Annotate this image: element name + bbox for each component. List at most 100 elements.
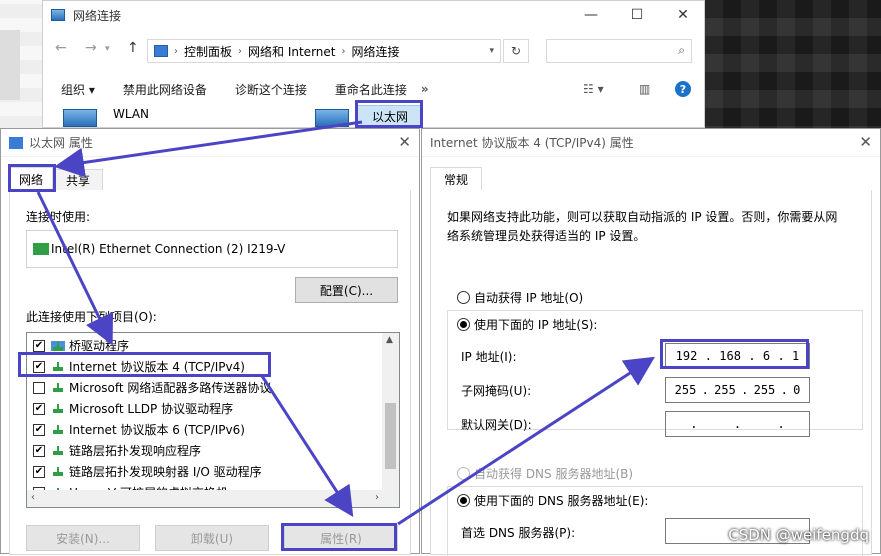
rename-button[interactable]: 重命名此连接	[335, 81, 407, 98]
item-label: Microsoft LLDP 协议驱动程序	[69, 402, 234, 416]
description-text: 如果网络支持此功能，则可以获取自动指派的 IP 设置。否则，你需要从网络系统管理…	[447, 210, 838, 243]
close-icon[interactable]: ✕	[398, 133, 411, 151]
diagnose-button[interactable]: 诊断这个连接	[235, 81, 307, 98]
scroll-left-icon[interactable]: ‹	[31, 492, 35, 503]
breadcrumb-network-connections[interactable]: 网络连接	[351, 43, 399, 60]
control-panel-icon	[154, 45, 168, 57]
protocol-icon	[51, 466, 65, 478]
checkbox[interactable]: ✔	[33, 360, 45, 373]
gateway-field[interactable]: ...	[665, 411, 810, 437]
item-label: 链路层拓扑发现映射器 I/O 驱动程序	[69, 465, 262, 479]
pixelated-background	[705, 0, 881, 128]
items-label: 此连接使用下列项目(O):	[26, 310, 157, 324]
disable-device-button[interactable]: 禁用此网络设备	[123, 81, 207, 98]
uninstall-button[interactable]: 卸载(U)	[155, 525, 269, 551]
refresh-icon[interactable]: ↻	[503, 39, 529, 63]
view-options-icon[interactable]: ☷ ▾	[583, 82, 604, 96]
list-item[interactable]: ✔ 链路层拓扑发现响应程序	[33, 440, 201, 461]
install-button[interactable]: 安装(N)...	[26, 525, 140, 551]
manual-dns-option[interactable]: 使用下面的 DNS 服务器地址(E):	[457, 492, 648, 509]
list-item[interactable]: ✔ 桥驱动程序	[33, 335, 129, 356]
ip-octet: 1	[792, 349, 800, 363]
ethernet-icon	[315, 109, 349, 127]
ip-octet: 168	[719, 349, 741, 363]
list-item[interactable]: ✔ Internet 协议版本 6 (TCP/IPv6)	[33, 419, 245, 440]
item-label: Internet 协议版本 4 (TCP/IPv4)	[69, 360, 245, 374]
help-icon[interactable]: ?	[675, 81, 691, 97]
minimize-icon[interactable]: —	[568, 1, 614, 29]
window-title: 网络连接	[73, 8, 122, 23]
ip-address-label: IP 地址(I):	[461, 350, 517, 364]
scroll-thumb[interactable]	[385, 403, 396, 469]
checkbox[interactable]: ✔	[33, 402, 45, 415]
auto-dns-radio[interactable]	[457, 467, 470, 480]
auto-dns-option[interactable]: 自动获得 DNS 服务器地址(B)	[457, 465, 633, 482]
horizontal-scrollbar[interactable]: ‹ ›	[27, 490, 399, 507]
checkbox[interactable]: ✔	[33, 339, 45, 352]
breadcrumb-separator: ›	[341, 45, 346, 57]
search-input[interactable]: ⌕	[546, 39, 692, 63]
tab-general[interactable]: 常规	[430, 167, 482, 191]
forward-icon[interactable]: →	[85, 40, 97, 56]
manual-ip-radio[interactable]	[457, 318, 470, 331]
protocol-icon	[51, 382, 65, 394]
adapter-icon	[33, 243, 49, 255]
adapter-box: Intel(R) Ethernet Connection (2) I219-V	[26, 230, 398, 268]
vertical-scrollbar[interactable]: ▲	[382, 333, 399, 491]
item-label: 链路层拓扑发现响应程序	[69, 444, 202, 458]
list-item[interactable]: ✔ Internet 协议版本 4 (TCP/IPv4)	[33, 356, 245, 377]
auto-ip-label: 自动获得 IP 地址(O)	[474, 291, 584, 305]
manual-dns-radio[interactable]	[457, 494, 470, 507]
breadcrumb-network-internet[interactable]: 网络和 Internet	[248, 43, 335, 60]
close-icon[interactable]: ✕	[660, 1, 706, 29]
tab-network[interactable]: 网络	[9, 167, 53, 191]
organize-button[interactable]: 组织 ▾	[61, 81, 95, 98]
list-item[interactable]: ✔ Microsoft LLDP 协议驱动程序	[33, 398, 233, 419]
protocol-icon	[51, 424, 65, 436]
ip-address-field[interactable]: 192. 168. 6. 1	[665, 343, 810, 369]
mask-octet: 255	[714, 383, 736, 397]
checkbox[interactable]: ✔	[33, 444, 45, 457]
breadcrumb-separator: ›	[174, 45, 178, 57]
general-tab-panel: 如果网络支持此功能，则可以获取自动指派的 IP 设置。否则，你需要从网络系统管理…	[430, 190, 872, 556]
item-label: 桥驱动程序	[69, 339, 130, 353]
address-box[interactable]: › 控制面板 › 网络和 Internet › 网络连接 ▾	[147, 39, 501, 63]
item-label: Microsoft 网络适配器多路传送器协议	[69, 381, 272, 395]
ip-octet: 192	[675, 349, 698, 363]
tab-sharing[interactable]: 共享	[53, 169, 103, 191]
back-icon[interactable]: ←	[55, 40, 67, 56]
ethernet-item[interactable]: 以太网	[357, 105, 423, 127]
dialog-title-bar: 以太网 属性	[1, 129, 419, 157]
scroll-up-icon[interactable]: ▲	[386, 335, 393, 345]
properties-button[interactable]: 属性(R)	[284, 525, 398, 551]
manual-ip-option[interactable]: 使用下面的 IP 地址(S):	[457, 316, 597, 333]
manual-ip-label: 使用下面的 IP 地址(S):	[474, 318, 598, 332]
search-icon: ⌕	[678, 43, 685, 57]
address-dropdown-icon[interactable]: ▾	[489, 46, 494, 56]
maximize-icon[interactable]: ☐	[614, 1, 660, 29]
blurred-background	[0, 0, 42, 130]
list-item[interactable]: Microsoft 网络适配器多路传送器协议	[33, 377, 271, 398]
wlan-item[interactable]: WLAN	[113, 107, 149, 121]
preview-pane-icon[interactable]: ▥	[639, 82, 650, 96]
gateway-label: 默认网关(D):	[461, 418, 532, 432]
protocol-icon	[51, 445, 65, 457]
connect-using-label: 连接时使用:	[26, 210, 91, 224]
auto-ip-option[interactable]: 自动获得 IP 地址(O)	[457, 289, 583, 306]
up-icon[interactable]: ↑	[127, 40, 139, 56]
list-item[interactable]: ✔ 链路层拓扑发现映射器 I/O 驱动程序	[33, 461, 262, 482]
subnet-mask-field[interactable]: 255. 255. 255. 0	[665, 377, 810, 403]
breadcrumb-control-panel[interactable]: 控制面板	[184, 43, 232, 60]
mask-octet: 0	[793, 383, 801, 397]
auto-ip-radio[interactable]	[457, 291, 470, 304]
checkbox[interactable]: ✔	[33, 423, 45, 436]
scroll-right-icon[interactable]: ›	[375, 492, 379, 503]
checkbox[interactable]: ✔	[33, 465, 45, 478]
network-tab-panel: 连接时使用: Intel(R) Ethernet Connection (2) …	[9, 190, 411, 555]
close-icon[interactable]: ✕	[859, 133, 872, 151]
configure-button[interactable]: 配置(C)...	[295, 277, 398, 303]
more-commands-button[interactable]: »	[421, 82, 429, 96]
address-bar-row: ← → ▾ ↑ › 控制面板 › 网络和 Internet › 网络连接 ▾ ↻…	[43, 35, 706, 65]
checkbox[interactable]	[33, 381, 45, 394]
recent-dropdown-icon[interactable]: ▾	[105, 44, 110, 54]
